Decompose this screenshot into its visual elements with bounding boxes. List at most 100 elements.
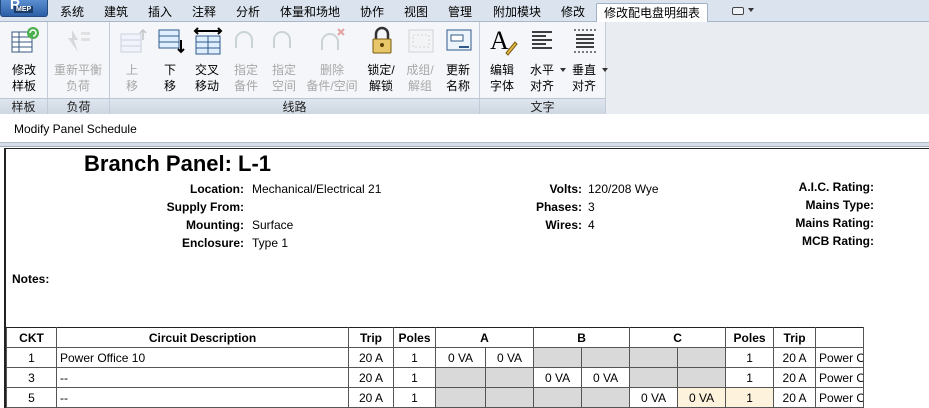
cell-phase-c-left[interactable] [629, 367, 679, 388]
align-vertical-label: 垂直 对齐 [571, 63, 596, 93]
cell-phase-a-left[interactable] [435, 387, 486, 408]
lock-unlock-button[interactable]: 锁定/ 解锁 [361, 26, 401, 96]
notes-label: Notes: [12, 272, 50, 286]
cell-poles-right[interactable]: 1 [725, 367, 775, 388]
update-names-button[interactable]: 更新 名称 [438, 26, 478, 96]
ribbon: 修改 样板 样板 重新平衡 负荷 负荷 上 移 下 移 交叉 移动 指定 备件 … [0, 22, 929, 114]
location-value[interactable]: Mechanical/Electrical 21 [252, 182, 381, 196]
cell-phase-a-left[interactable]: 0 VA [435, 347, 486, 368]
header-phase-c: C [629, 327, 727, 348]
cell-poles[interactable]: 1 [393, 367, 436, 388]
cell-phase-b-left[interactable] [533, 387, 583, 408]
mounting-value[interactable]: Surface [252, 218, 293, 232]
header-trip-right: Trip [773, 327, 817, 348]
cell-phase-c-left[interactable]: 0 VA [629, 387, 679, 408]
edit-font-button[interactable]: A 编辑 字体 [482, 26, 522, 96]
tab-architecture[interactable]: 建筑 [98, 3, 134, 22]
cell-description[interactable]: -- [56, 367, 349, 388]
header-trip: Trip [348, 327, 394, 348]
cell-trip[interactable]: 20 A [348, 347, 394, 368]
cell-phase-b-right[interactable] [581, 387, 631, 408]
rebalance-loads-icon [68, 30, 90, 52]
header-phase-b: B [533, 327, 631, 348]
cell-description[interactable]: -- [56, 387, 349, 408]
cell-phase-b-right[interactable] [581, 347, 631, 368]
cell-ckt[interactable]: 1 [6, 347, 57, 368]
tab-view[interactable]: 视图 [398, 3, 434, 22]
phases-value[interactable]: 3 [588, 200, 595, 214]
cell-description-right[interactable]: Power Office 10 [815, 367, 865, 388]
cell-phase-b-right[interactable]: 0 VA [581, 367, 631, 388]
tab-manage[interactable]: 管理 [442, 3, 478, 22]
header-ckt: CKT [6, 327, 57, 348]
supply-from-label: Supply From: [166, 200, 244, 214]
cell-phase-c-left[interactable] [629, 347, 679, 368]
table-header-row: CKT Circuit Description Trip Poles A B C… [6, 327, 929, 348]
cell-phase-b-left[interactable] [533, 347, 583, 368]
cell-poles-right[interactable]: 1 [725, 347, 775, 368]
mains-type-label: Mains Type: [805, 198, 874, 212]
tab-add-ins[interactable]: 附加模块 [487, 3, 547, 22]
panel-circuits-title: 线路 [110, 98, 479, 114]
circuit-table: CKT Circuit Description Trip Poles A B C… [6, 327, 929, 408]
tab-annotate[interactable]: 注释 [186, 3, 222, 22]
cell-phase-c-right[interactable] [677, 347, 727, 368]
app-badge: MEP [14, 6, 34, 13]
volts-value[interactable]: 120/208 Wye [588, 182, 659, 196]
rebalance-loads-button[interactable]: 重新平衡 负荷 [54, 26, 102, 96]
move-up-icon [120, 28, 147, 53]
align-vertical-button[interactable]: 垂直 对齐 [564, 26, 608, 96]
cell-trip[interactable]: 20 A [348, 367, 394, 388]
update-names-icon [446, 29, 472, 51]
application-menu-button[interactable]: R MEP [0, 0, 48, 17]
panel-title[interactable]: Branch Panel: L-1 [84, 151, 271, 177]
cell-ckt[interactable]: 3 [6, 367, 57, 388]
cell-trip-right[interactable]: 20 A [773, 347, 817, 368]
mounting-label: Mounting: [186, 218, 244, 232]
align-horizontal-button[interactable]: 水平 对齐 [522, 26, 566, 96]
assign-space-button[interactable]: 指定 空间 [264, 26, 304, 96]
cell-trip-right[interactable]: 20 A [773, 367, 817, 388]
ribbon-display-toggle[interactable] [730, 5, 756, 18]
minimize-ribbon-icon [732, 7, 744, 15]
cell-description-right[interactable]: Power Office 10 [815, 387, 865, 408]
lock-icon [372, 26, 392, 54]
volts-label: Volts: [549, 182, 582, 196]
location-label: Location: [190, 182, 244, 196]
cell-phase-a-left[interactable] [435, 367, 486, 388]
cell-description-right[interactable]: Power Office 10 [815, 347, 865, 368]
tab-massing-site[interactable]: 体量和场地 [275, 3, 345, 22]
cell-phase-a-right[interactable] [484, 367, 535, 388]
cell-poles[interactable]: 1 [393, 387, 436, 408]
cell-phase-c-right[interactable] [677, 367, 727, 388]
cell-trip[interactable]: 20 A [348, 387, 394, 408]
cell-ckt[interactable]: 5 [6, 387, 57, 408]
wires-value[interactable]: 4 [588, 218, 595, 232]
enclosure-value[interactable]: Type 1 [252, 236, 288, 250]
table-row[interactable]: 3 -- 20 A 1 0 VA 0 VA 1 20 A Power Offic… [6, 367, 929, 388]
table-row[interactable]: 5 -- 20 A 1 0 VA 0 VA 1 20 A Power Offic… [6, 387, 929, 408]
modify-template-button[interactable]: 修改 样板 [4, 26, 44, 96]
tab-modify-panel-schedule[interactable]: 修改配电盘明细表 [596, 3, 708, 23]
tab-insert[interactable]: 插入 [142, 3, 178, 22]
cell-description[interactable]: Power Office 10 [56, 347, 349, 368]
move-across-button[interactable]: 交叉 移动 [187, 26, 227, 96]
cell-phase-c-right[interactable]: 0 VA [677, 387, 727, 408]
tab-systems[interactable]: 系统 [54, 3, 90, 22]
panel-schedule-view[interactable]: Branch Panel: L-1 Location: Mechanical/E… [4, 148, 929, 408]
tab-analyze[interactable]: 分析 [230, 3, 266, 22]
remove-spare-space-button[interactable]: 删除 备件/空间 [306, 26, 358, 96]
table-row[interactable]: 1 Power Office 10 20 A 1 0 VA 0 VA 1 20 … [6, 347, 929, 368]
cell-phase-a-right[interactable] [484, 387, 535, 408]
view-frame-border [0, 143, 929, 147]
tab-collaborate[interactable]: 协作 [354, 3, 390, 22]
tab-modify[interactable]: 修改 [555, 3, 591, 22]
cell-phase-a-right[interactable]: 0 VA [484, 347, 535, 368]
cell-poles[interactable]: 1 [393, 347, 436, 368]
chevron-down-icon [748, 8, 754, 12]
enclosure-label: Enclosure: [181, 236, 244, 250]
cell-phase-b-left[interactable]: 0 VA [533, 367, 583, 388]
cell-poles-right[interactable]: 1 [725, 387, 775, 408]
align-horizontal-icon [532, 31, 552, 49]
cell-trip-right[interactable]: 20 A [773, 387, 817, 408]
